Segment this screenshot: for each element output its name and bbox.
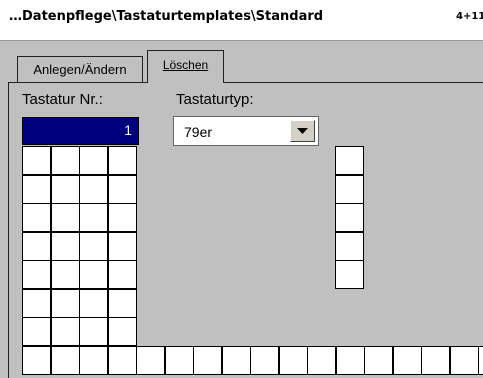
keyboard-key[interactable] bbox=[22, 346, 51, 375]
keyboard-key[interactable] bbox=[393, 346, 422, 375]
keyboard-key[interactable] bbox=[478, 346, 483, 375]
keyboard-key[interactable] bbox=[79, 289, 108, 318]
keyboard-key[interactable] bbox=[450, 346, 479, 375]
keyboard-key[interactable] bbox=[22, 175, 51, 204]
chevron-down-icon bbox=[297, 127, 308, 135]
keyboard-number-field[interactable]: 1 bbox=[22, 117, 139, 145]
window-title-indicator: 4+11 bbox=[456, 11, 483, 22]
keyboard-key[interactable] bbox=[79, 203, 108, 232]
keyboard-key[interactable] bbox=[79, 232, 108, 261]
keyboard-key[interactable] bbox=[108, 289, 137, 318]
keyboard-key[interactable] bbox=[51, 317, 80, 346]
keyboard-key[interactable] bbox=[51, 175, 80, 204]
window-title: …Datenpflege\Tastaturtemplates\Standard bbox=[9, 9, 324, 24]
keyboard-key[interactable] bbox=[335, 260, 364, 289]
keyboard-key[interactable] bbox=[421, 346, 450, 375]
keyboard-key[interactable] bbox=[165, 346, 194, 375]
tab-label: Anlegen/Ändern bbox=[33, 62, 127, 77]
keyboard-key[interactable] bbox=[335, 232, 364, 261]
keyboard-key[interactable] bbox=[79, 317, 108, 346]
keyboard-key[interactable] bbox=[136, 346, 165, 375]
keyboard-key[interactable] bbox=[364, 346, 393, 375]
keyboard-key[interactable] bbox=[108, 203, 137, 232]
keyboard-key[interactable] bbox=[108, 260, 137, 289]
keyboard-key[interactable] bbox=[79, 146, 108, 175]
keyboard-type-value: 79er bbox=[184, 124, 213, 140]
keyboard-number-label: Tastatur Nr.: bbox=[22, 91, 103, 108]
keyboard-key[interactable] bbox=[79, 175, 108, 204]
keyboard-type-select[interactable]: 79er bbox=[173, 116, 319, 146]
keyboard-key[interactable] bbox=[79, 260, 108, 289]
title-bar: …Datenpflege\Tastaturtemplates\Standard … bbox=[0, 0, 483, 41]
keyboard-key[interactable] bbox=[51, 346, 80, 375]
keyboard-key[interactable] bbox=[279, 346, 308, 375]
keyboard-key[interactable] bbox=[250, 346, 279, 375]
keyboard-key[interactable] bbox=[108, 317, 137, 346]
keyboard-key[interactable] bbox=[51, 146, 80, 175]
keyboard-key[interactable] bbox=[51, 289, 80, 318]
keyboard-key[interactable] bbox=[335, 203, 364, 232]
keyboard-key[interactable] bbox=[51, 260, 80, 289]
keyboard-type-label: Tastaturtyp: bbox=[176, 91, 254, 108]
keyboard-key[interactable] bbox=[22, 232, 51, 261]
keyboard-key[interactable] bbox=[108, 346, 137, 375]
keyboard-key[interactable] bbox=[22, 317, 51, 346]
keyboard-key[interactable] bbox=[22, 203, 51, 232]
keyboard-key[interactable] bbox=[22, 289, 51, 318]
tab-loeschen[interactable]: Löschen bbox=[147, 50, 224, 83]
keyboard-key[interactable] bbox=[335, 146, 364, 175]
keyboard-key[interactable] bbox=[51, 203, 80, 232]
keyboard-key[interactable] bbox=[307, 346, 336, 375]
keyboard-key[interactable] bbox=[108, 232, 137, 261]
application-window: …Datenpflege\Tastaturtemplates\Standard … bbox=[0, 0, 483, 378]
keyboard-key[interactable] bbox=[222, 346, 251, 375]
keyboard-key[interactable] bbox=[335, 175, 364, 204]
keyboard-key[interactable] bbox=[51, 232, 80, 261]
keyboard-key[interactable] bbox=[108, 175, 137, 204]
keyboard-key[interactable] bbox=[79, 346, 108, 375]
tab-label: Löschen bbox=[162, 58, 209, 72]
keyboard-key[interactable] bbox=[336, 346, 365, 375]
tab-anlegen-aendern[interactable]: Anlegen/Ändern bbox=[17, 56, 143, 82]
keyboard-key[interactable] bbox=[193, 346, 222, 375]
dropdown-button[interactable] bbox=[290, 120, 315, 142]
keyboard-key[interactable] bbox=[108, 146, 137, 175]
keyboard-key[interactable] bbox=[22, 260, 51, 289]
keyboard-key[interactable] bbox=[22, 146, 51, 175]
